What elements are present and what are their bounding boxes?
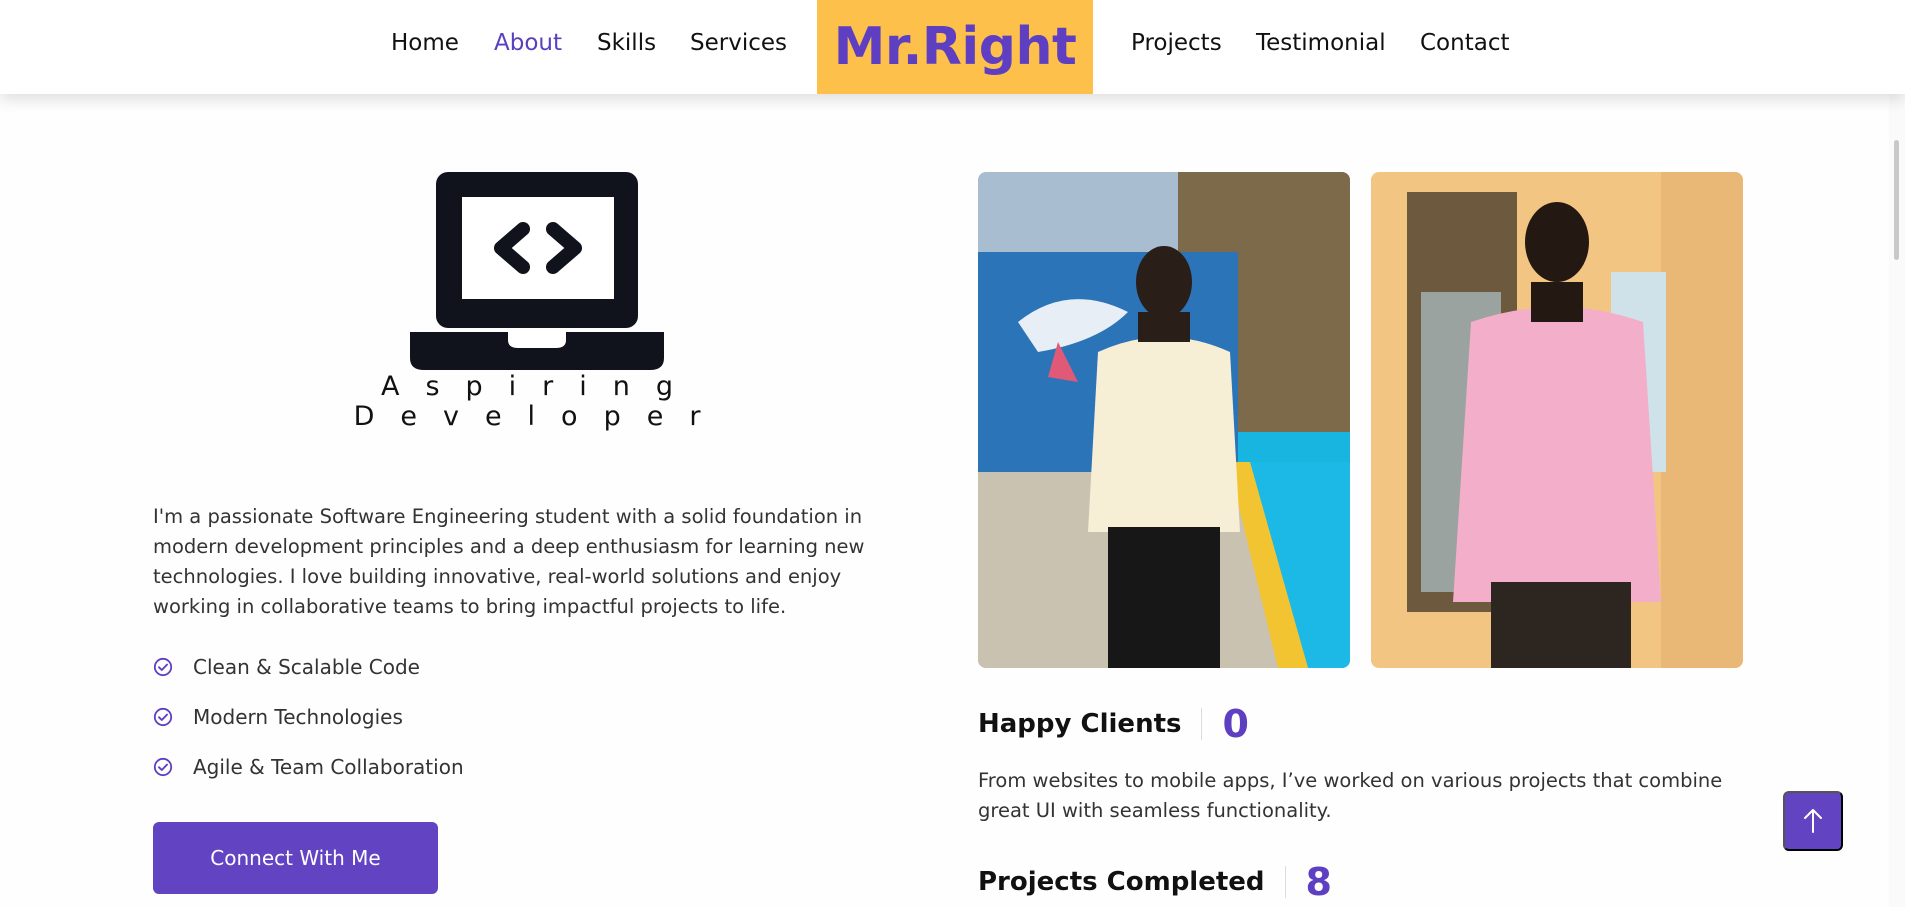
- check-circle-icon: [153, 757, 173, 777]
- back-to-top-button[interactable]: [1783, 791, 1843, 851]
- feature-item: Clean & Scalable Code: [153, 652, 420, 682]
- connect-button[interactable]: Connect With Me: [153, 822, 438, 894]
- laptop-code-icon: [410, 172, 664, 370]
- stat-divider: [1284, 866, 1286, 898]
- stat-happy-clients: Happy Clients 0: [978, 702, 1249, 746]
- portrait-balcony-photo: [1371, 172, 1743, 668]
- stat-value: 0: [1222, 702, 1249, 746]
- check-circle-icon: [153, 707, 173, 727]
- nav-skills[interactable]: Skills: [597, 30, 656, 56]
- stat-divider: [1201, 708, 1203, 740]
- stat-description: From websites to mobile apps, I’ve worke…: [978, 769, 1723, 822]
- nav-about[interactable]: About: [494, 30, 562, 56]
- feature-label: Clean & Scalable Code: [193, 655, 420, 679]
- brand-logo[interactable]: Mr.Right: [817, 0, 1093, 94]
- stat-label: Happy Clients: [978, 709, 1182, 739]
- arrow-up-icon: [1804, 809, 1822, 833]
- scrollbar-thumb[interactable]: [1894, 140, 1899, 260]
- portrait-poolside-photo: [978, 172, 1350, 668]
- page-scrollbar[interactable]: [1889, 0, 1905, 907]
- nav-home[interactable]: Home: [391, 30, 459, 56]
- feature-label: Modern Technologies: [193, 705, 403, 729]
- tagline: Aspiring Developer: [300, 372, 780, 432]
- feature-item: Modern Technologies: [153, 702, 403, 732]
- nav-services[interactable]: Services: [690, 30, 787, 56]
- check-circle-icon: [153, 657, 173, 677]
- nav-testimonial[interactable]: Testimonial: [1256, 30, 1386, 56]
- intro-paragraph: I'm a passionate Software Engineering st…: [153, 505, 865, 618]
- brand-name: Mr.Right: [833, 17, 1077, 77]
- feature-item: Agile & Team Collaboration: [153, 752, 464, 782]
- site-header: Home About Skills Services Mr.Right Proj…: [0, 0, 1905, 94]
- tagline-line-2: Developer: [353, 401, 727, 432]
- stat-value: 8: [1305, 860, 1332, 904]
- stat-projects-completed: Projects Completed 8: [978, 860, 1332, 904]
- stat-label: Projects Completed: [978, 867, 1265, 897]
- feature-label: Agile & Team Collaboration: [193, 755, 464, 779]
- nav-contact[interactable]: Contact: [1420, 30, 1509, 56]
- tagline-line-1: Aspiring: [380, 371, 700, 402]
- nav-projects[interactable]: Projects: [1131, 30, 1222, 56]
